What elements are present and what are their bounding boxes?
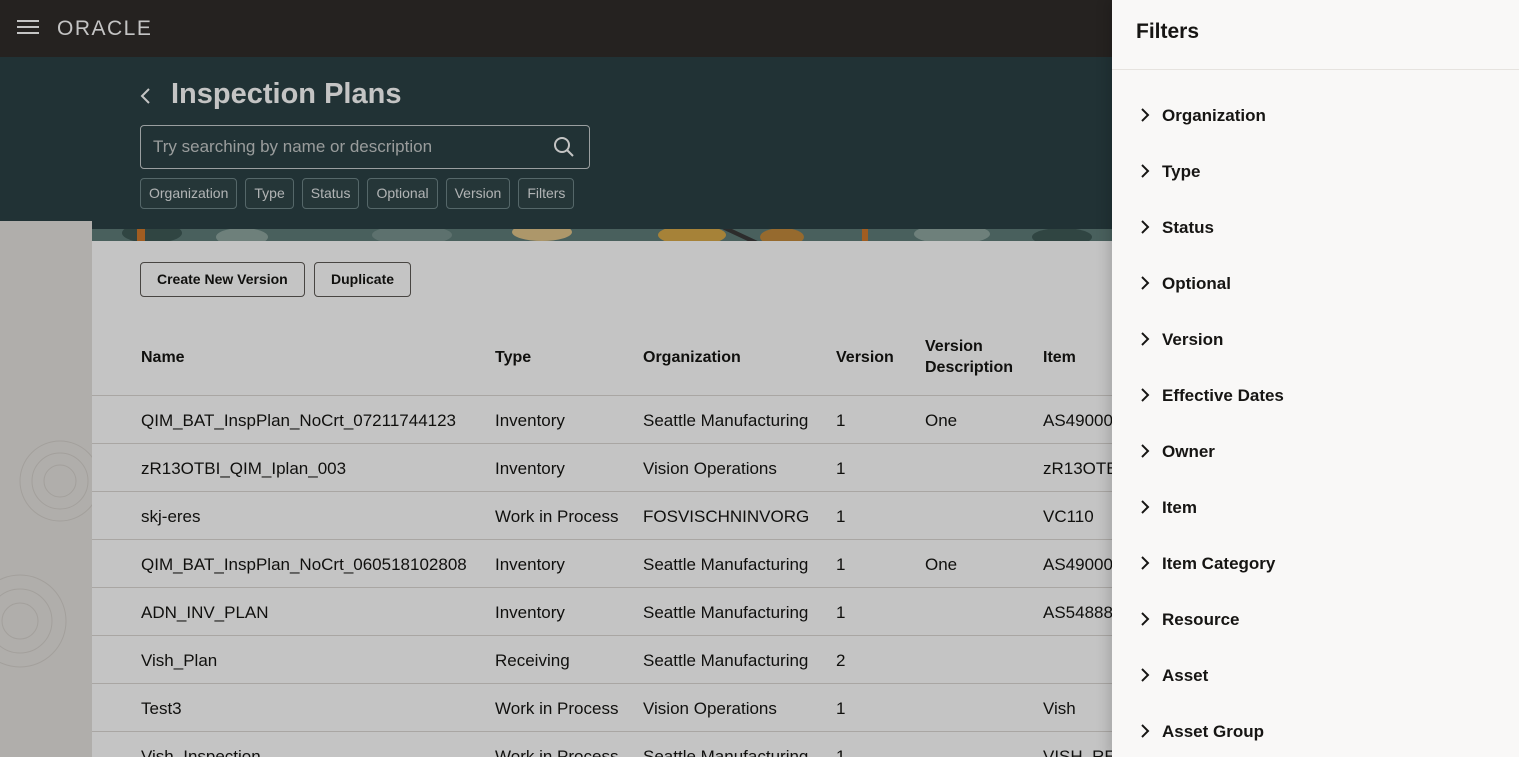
filter-optional[interactable]: Optional [1112,268,1519,324]
filters-drawer: Filters Organization Type Status Optiona… [1112,0,1519,757]
chevron-right-icon [1141,500,1150,514]
filter-label: Type [1162,162,1201,181]
filter-version[interactable]: Version [1112,324,1519,380]
filter-item[interactable]: Item [1112,492,1519,548]
filter-organization[interactable]: Organization [1112,100,1519,156]
filter-asset-group[interactable]: Asset Group [1112,716,1519,757]
chevron-right-icon [1141,724,1150,738]
filter-label: Item Category [1162,554,1276,573]
filter-resource[interactable]: Resource [1112,604,1519,660]
filter-label: Asset [1162,666,1209,685]
filter-status[interactable]: Status [1112,212,1519,268]
filter-item-category[interactable]: Item Category [1112,548,1519,604]
chevron-right-icon [1141,164,1150,178]
chevron-right-icon [1141,332,1150,346]
drawer-header: Filters [1112,0,1519,70]
filter-label: Item [1162,498,1197,517]
filter-label: Status [1162,218,1214,237]
filter-label: Resource [1162,610,1240,629]
filter-label: Optional [1162,274,1231,293]
filter-owner[interactable]: Owner [1112,436,1519,492]
filter-label: Organization [1162,106,1266,125]
chevron-right-icon [1141,556,1150,570]
filter-type[interactable]: Type [1112,156,1519,212]
chevron-right-icon [1141,388,1150,402]
filter-label: Owner [1162,442,1215,461]
filter-label: Version [1162,330,1224,349]
chevron-right-icon [1141,612,1150,626]
chevron-right-icon [1141,220,1150,234]
filter-asset[interactable]: Asset [1112,660,1519,716]
chevron-right-icon [1141,444,1150,458]
drawer-title: Filters [1136,20,1200,43]
chevron-right-icon [1141,108,1150,122]
chevron-right-icon [1141,668,1150,682]
filter-label: Effective Dates [1162,386,1284,405]
filter-effective-dates[interactable]: Effective Dates [1112,380,1519,436]
filter-label: Asset Group [1162,722,1265,741]
drawer-scrim[interactable] [0,0,1112,757]
chevron-right-icon [1141,276,1150,290]
